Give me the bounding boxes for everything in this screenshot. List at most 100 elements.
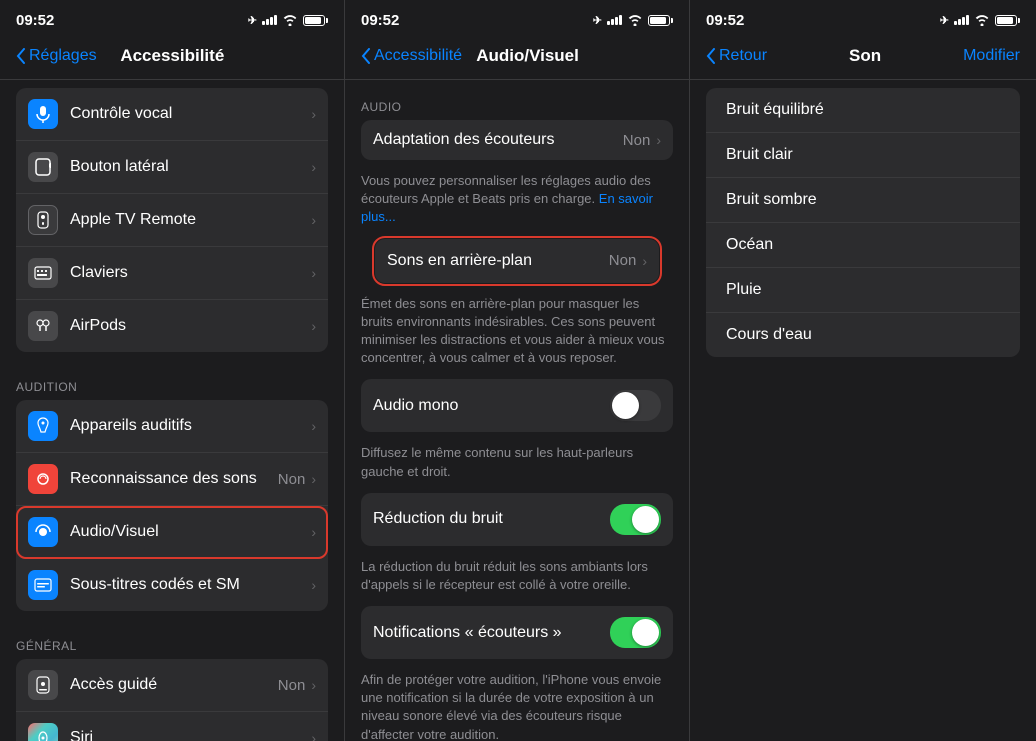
list-item-apple-tv-remote[interactable]: Apple TV Remote › — [16, 194, 328, 247]
status-bar-2: 09:52 ✈ — [345, 0, 689, 36]
label-sons: Sons en arrière-plan — [387, 252, 609, 270]
icon-audio-visuel — [28, 517, 58, 547]
scroll-area-1[interactable]: Contrôle vocal › Bouton latéral › Apple … — [0, 80, 344, 741]
sound-item-bruit-clair[interactable]: Bruit clair — [706, 133, 1020, 178]
time-3: 09:52 — [706, 12, 744, 29]
list-item-audio-visuel[interactable]: Audio/Visuel › — [16, 506, 328, 559]
scroll-area-2[interactable]: AUDIO Adaptation des écouteurs Non › Vou… — [345, 80, 689, 741]
icon-apple-tv-remote — [28, 205, 58, 235]
icon-appareils-auditifs — [28, 411, 58, 441]
chevron-controle-vocal: › — [311, 106, 316, 122]
list-item-audio-mono[interactable]: Audio mono — [361, 379, 673, 432]
toggle-audio-mono[interactable] — [610, 390, 661, 421]
location-icon-2: ✈ — [593, 14, 602, 27]
chevron-apple-tv-remote: › — [311, 212, 316, 228]
list-item-reconnaissance-sons[interactable]: Reconnaissance des sons Non › — [16, 453, 328, 506]
label-bouton-lateral: Bouton latéral — [70, 158, 311, 176]
value-acces-guide: Non — [278, 677, 306, 694]
list-item-sous-titres[interactable]: Sous-titres codés et SM › — [16, 559, 328, 611]
signal-icon — [262, 15, 277, 25]
label-reconnaissance-sons: Reconnaissance des sons — [70, 470, 278, 488]
list-item-bouton-lateral[interactable]: Bouton latéral › — [16, 141, 328, 194]
back-button-3[interactable]: Retour — [706, 47, 767, 65]
panel-accessibility: 09:52 ✈ Réglages Accessibilité — [0, 0, 345, 741]
nav-bar-1: Réglages Accessibilité — [0, 36, 344, 80]
chevron-claviers: › — [311, 265, 316, 281]
toggle-reduction[interactable] — [610, 504, 661, 535]
back-button-2[interactable]: Accessibilité — [361, 47, 462, 65]
status-icons-3: ✈ — [940, 14, 1020, 27]
list-group-reduction: Réduction du bruit — [361, 493, 673, 546]
list-item-reduction[interactable]: Réduction du bruit — [361, 493, 673, 546]
status-bar-3: 09:52 ✈ — [690, 0, 1036, 36]
list-group-adaptation: Adaptation des écouteurs Non › — [361, 120, 673, 160]
panel-audio-visuel: 09:52 ✈ Accessibilité Audio/Visuel AUDIO — [345, 0, 690, 741]
list-item-adaptation[interactable]: Adaptation des écouteurs Non › — [361, 120, 673, 160]
label-claviers: Claviers — [70, 264, 311, 282]
desc-adaptation: Vous pouvez personnaliser les réglages a… — [345, 168, 689, 239]
toggle-notif[interactable] — [610, 617, 661, 648]
sound-item-ocean[interactable]: Océan — [706, 223, 1020, 268]
list-item-controle-vocal[interactable]: Contrôle vocal › — [16, 88, 328, 141]
section-header-audition: AUDITION — [0, 360, 344, 400]
chevron-adaptation: › — [656, 132, 661, 148]
chevron-reconnaissance-sons: › — [311, 471, 316, 487]
wifi-icon-2 — [627, 14, 643, 26]
signal-icon-3 — [954, 15, 969, 25]
chevron-sons: › — [642, 253, 647, 269]
list-group-sons: Sons en arrière-plan Non › — [375, 239, 659, 283]
nav-bar-2: Accessibilité Audio/Visuel — [345, 36, 689, 80]
list-group-audio-mono: Audio mono — [361, 379, 673, 432]
wifi-icon-3 — [974, 14, 990, 26]
chevron-bouton-lateral: › — [311, 159, 316, 175]
sound-item-cours-eau[interactable]: Cours d'eau — [706, 313, 1020, 357]
time-1: 09:52 — [16, 12, 54, 29]
label-appareils-auditifs: Appareils auditifs — [70, 417, 311, 435]
battery-icon-3 — [995, 15, 1020, 26]
list-item-siri[interactable]: Siri › — [16, 712, 328, 741]
chevron-acces-guide: › — [311, 677, 316, 693]
list-item-sons[interactable]: Sons en arrière-plan Non › — [375, 239, 659, 283]
icon-acces-guide — [28, 670, 58, 700]
list-item-acces-guide[interactable]: Accès guidé Non › — [16, 659, 328, 712]
section-header-general: GÉNÉRAL — [0, 619, 344, 659]
list-item-appareils-auditifs[interactable]: Appareils auditifs › — [16, 400, 328, 453]
icon-bouton-lateral — [28, 152, 58, 182]
icon-claviers — [28, 258, 58, 288]
sound-item-pluie[interactable]: Pluie — [706, 268, 1020, 313]
panel-son: 09:52 ✈ Retour Son Modifier Bruit équili… — [690, 0, 1036, 741]
scroll-area-3[interactable]: Bruit équilibré Bruit clair Bruit sombre… — [690, 80, 1036, 741]
nav-bar-3: Retour Son Modifier — [690, 36, 1036, 80]
value-reconnaissance-sons: Non — [278, 471, 306, 488]
value-adaptation: Non — [623, 132, 651, 149]
label-apple-tv-remote: Apple TV Remote — [70, 211, 311, 229]
label-acces-guide: Accès guidé — [70, 676, 278, 694]
label-sous-titres: Sous-titres codés et SM — [70, 576, 311, 594]
signal-icon-2 — [607, 15, 622, 25]
battery-icon-2 — [648, 15, 673, 26]
list-item-airpods[interactable]: AirPods › — [16, 300, 328, 352]
chevron-sous-titres: › — [311, 577, 316, 593]
section-header-audio: AUDIO — [345, 80, 689, 120]
value-sons: Non — [609, 252, 637, 269]
back-button-1[interactable]: Réglages — [16, 47, 97, 65]
desc-audio-mono: Diffusez le même contenu sur les haut-pa… — [345, 440, 689, 492]
list-group-notif: Notifications « écouteurs » — [361, 606, 673, 659]
label-siri: Siri — [70, 729, 311, 741]
icon-controle-vocal — [28, 99, 58, 129]
icon-siri — [28, 723, 58, 741]
icon-airpods — [28, 311, 58, 341]
sound-list-group: Bruit équilibré Bruit clair Bruit sombre… — [706, 88, 1020, 357]
sound-item-bruit-sombre[interactable]: Bruit sombre — [706, 178, 1020, 223]
icon-reconnaissance-sons — [28, 464, 58, 494]
label-notif: Notifications « écouteurs » — [373, 624, 610, 642]
modifier-button[interactable]: Modifier — [963, 47, 1020, 65]
sound-item-bruit-equilibre[interactable]: Bruit équilibré — [706, 88, 1020, 133]
list-item-claviers[interactable]: Claviers › — [16, 247, 328, 300]
chevron-audio-visuel: › — [311, 524, 316, 540]
label-controle-vocal: Contrôle vocal — [70, 105, 311, 123]
label-audio-mono: Audio mono — [373, 397, 610, 415]
list-item-notif[interactable]: Notifications « écouteurs » — [361, 606, 673, 659]
nav-title-2: Audio/Visuel — [462, 46, 593, 66]
list-group-general: Contrôle vocal › Bouton latéral › Apple … — [16, 88, 328, 352]
